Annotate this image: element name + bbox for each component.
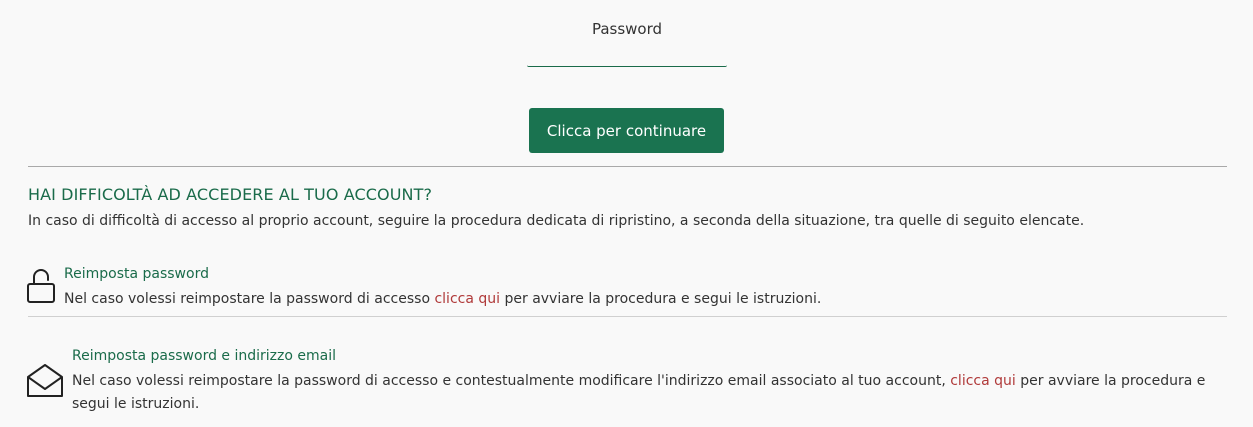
continue-button[interactable]: Clicca per continuare [529, 108, 724, 153]
password-label: Password [591, 20, 663, 38]
lock-icon [26, 266, 56, 308]
reset-password-title: Reimposta password [64, 266, 209, 282]
help-section-description: In caso di difficoltà di accesso al prop… [28, 213, 1085, 229]
envelope-icon [26, 362, 64, 404]
reset-password-email-text-before: Nel caso volessi reimpostare la password… [72, 373, 951, 389]
section-divider [28, 166, 1227, 167]
reset-password-email-title: Reimposta password e indirizzo email [72, 348, 336, 364]
option-divider [28, 316, 1227, 317]
reset-password-text-after: per avviare la procedura e segui le istr… [500, 291, 822, 307]
reset-password-email-link[interactable]: clicca qui [950, 373, 1016, 389]
password-input[interactable] [527, 42, 727, 67]
reset-password-text-before: Nel caso volessi reimpostare la password… [64, 291, 435, 307]
reset-password-description: Nel caso volessi reimpostare la password… [64, 288, 821, 311]
reset-password-email-description: Nel caso volessi reimpostare la password… [72, 370, 1212, 416]
reset-password-link[interactable]: clicca qui [434, 291, 500, 307]
help-section-title: HAI DIFFICOLTÀ AD ACCEDERE AL TUO ACCOUN… [28, 185, 433, 204]
